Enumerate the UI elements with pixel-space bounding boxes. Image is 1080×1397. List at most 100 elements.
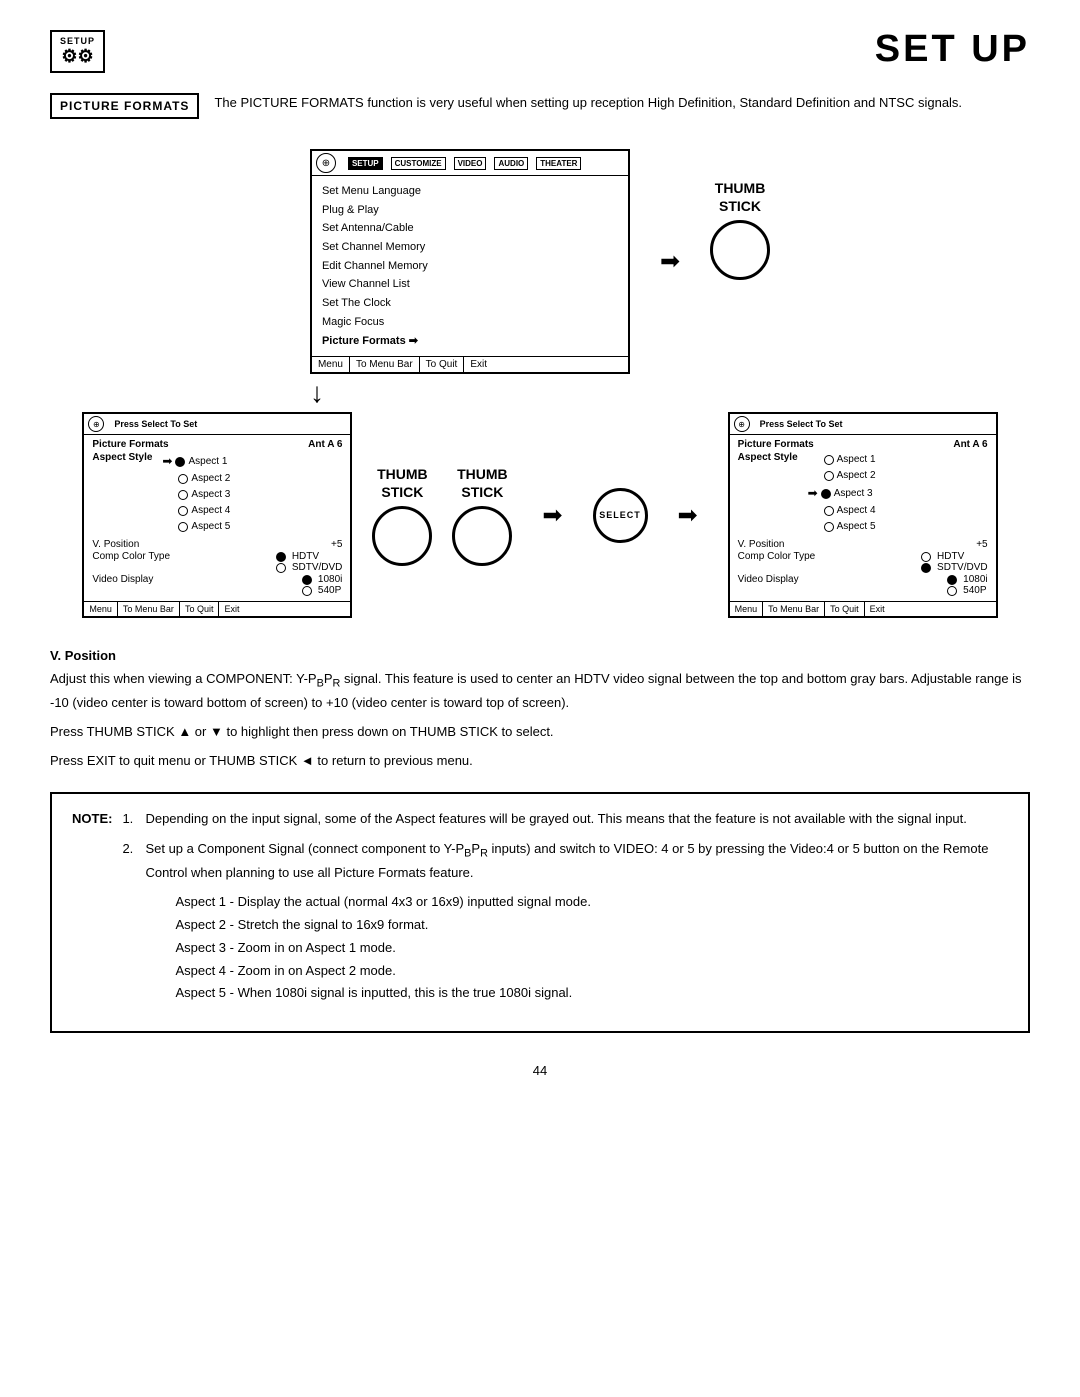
r-radio-aspect5 xyxy=(824,522,834,532)
menu-item-magic: Magic Focus xyxy=(322,313,618,332)
bottom-left-header-label: Press Select To Set xyxy=(114,419,197,429)
radio-aspect1-filled xyxy=(175,457,185,467)
r-vpos-value: +5 xyxy=(976,539,987,550)
aspect-row-1: ➡ Aspect 1 xyxy=(162,452,230,471)
br-menu: Menu xyxy=(730,602,764,616)
radio-aspect5-empty xyxy=(178,522,188,532)
sub-r: R xyxy=(333,678,341,690)
note-content-1: 1. Depending on the input signal, some o… xyxy=(122,809,1008,1006)
note-label: NOTE: xyxy=(72,809,112,830)
v-position-text: Adjust this when viewing a COMPONENT: Y-… xyxy=(50,669,1030,714)
note-box: NOTE: 1. Depending on the input signal, … xyxy=(50,792,1030,1033)
note-aspect-list: Aspect 1 - Display the actual (normal 4x… xyxy=(175,892,1008,1004)
aspect-row-3: Aspect 3 xyxy=(162,487,230,503)
v-position-title: V. Position xyxy=(50,648,1030,663)
arrow-to-thumbstick: ➡ xyxy=(660,247,680,276)
v-position-section: V. Position Adjust this when viewing a C… xyxy=(50,648,1030,771)
arrow-to-right-menu: ➡ xyxy=(678,501,698,530)
bottom-left-bottombar: Menu To Menu Bar To Quit Exit xyxy=(84,601,350,616)
r-comp-values: HDTV SDTV/DVD xyxy=(921,551,987,573)
comp-values: HDTV SDTV/DVD xyxy=(276,551,342,573)
aspect-row-5: Aspect 5 xyxy=(162,519,230,535)
thumbstick-top: THUMBSTICK xyxy=(710,179,770,280)
diagram-area: ⊕ SETUP CUSTOMIZE VIDEO AUDIO THEATER Se… xyxy=(50,149,1030,618)
r-aspect-row-4: Aspect 4 xyxy=(808,503,876,519)
note-aspect-5: Aspect 5 - When 1080i signal is inputted… xyxy=(175,983,1008,1004)
bottom-left-title-row: Picture Formats Ant A 6 xyxy=(92,439,342,450)
note-aspect-4: Aspect 4 - Zoom in on Aspect 2 mode. xyxy=(175,961,1008,982)
bottom-left-pf-label: Picture Formats xyxy=(92,439,168,450)
bottom-diagram: ⊕ Press Select To Set Picture Formats An… xyxy=(50,412,1030,618)
v-position-instruction1: Press THUMB STICK ▲ or ▼ to highlight th… xyxy=(50,722,1030,743)
note-aspect-1: Aspect 1 - Display the actual (normal 4x… xyxy=(175,892,1008,913)
aspect-row-2: Aspect 2 xyxy=(162,471,230,487)
thumbstick-top-circle xyxy=(710,220,770,280)
r-1080i-label: 1080i xyxy=(963,574,987,585)
sdtv-radio-empty xyxy=(276,563,286,573)
bottom-right-extras: V. Position +5 Comp Color Type HDTV SDTV… xyxy=(738,539,988,596)
setup-icon-gears: ⚙⚙ xyxy=(61,46,93,67)
bottom-left-topbar: ⊕ Press Select To Set xyxy=(84,414,350,435)
bottom-left-icon: ⊕ xyxy=(88,416,104,432)
down-arrow-container: ↓ xyxy=(50,379,1030,407)
radio-aspect3-empty xyxy=(178,490,188,500)
setup-icon-box: SETUP ⚙⚙ xyxy=(50,30,105,73)
bottom-right-ant: Ant A 6 xyxy=(953,439,987,450)
bottom-right-aspect-label: Aspect Style xyxy=(738,452,798,463)
tab-customize[interactable]: CUSTOMIZE xyxy=(391,157,446,170)
aspect4-label: Aspect 4 xyxy=(191,503,230,519)
aspect2-label: Aspect 2 xyxy=(191,471,230,487)
note-text-2: Set up a Component Signal (connect compo… xyxy=(145,839,1008,1006)
top-menu-box: ⊕ SETUP CUSTOMIZE VIDEO AUDIO THEATER Se… xyxy=(310,149,630,374)
r-comp-row: Comp Color Type HDTV SDTV/DVD xyxy=(738,551,988,573)
video-values: 1080i 540P xyxy=(302,574,342,596)
r-video-values: 1080i 540P xyxy=(947,574,987,596)
tab-video[interactable]: VIDEO xyxy=(454,157,487,170)
menu-item-view-channel: View Channel List xyxy=(322,275,618,294)
note-num-1: 1. xyxy=(122,809,137,830)
sub-r2: R xyxy=(480,848,488,860)
select-circle: SELECT xyxy=(593,488,648,543)
hdtv-label: HDTV xyxy=(292,551,319,562)
r-sdtv-radio-filled xyxy=(921,563,931,573)
bottom-left-content: Picture Formats Ant A 6 Aspect Style ➡ A… xyxy=(84,435,350,601)
tab-theater[interactable]: THEATER xyxy=(536,157,581,170)
thumbstick-bottom-left: THUMBSTICK xyxy=(372,465,432,566)
bottom-left-extras: V. Position +5 Comp Color Type HDTV SDTV… xyxy=(92,539,342,596)
1080-radio-filled xyxy=(302,575,312,585)
bottom-right-menu: ⊕ Press Select To Set Picture Formats An… xyxy=(728,412,998,618)
bl-to-menu-bar: To Menu Bar xyxy=(118,602,180,616)
menu-item-clock: Set The Clock xyxy=(322,294,618,313)
r-aspect-row-2: Aspect 2 xyxy=(808,468,876,484)
sub-b: B xyxy=(317,678,324,690)
down-arrow: ↓ xyxy=(310,379,324,407)
sdtv-label: SDTV/DVD xyxy=(292,562,343,573)
tab-audio[interactable]: AUDIO xyxy=(494,157,528,170)
page-number: 44 xyxy=(50,1063,1030,1078)
comp-row: Comp Color Type HDTV SDTV/DVD xyxy=(92,551,342,573)
thumbstick-bl-label: THUMBSTICK xyxy=(377,465,428,501)
page-header: SETUP ⚙⚙ SET UP xyxy=(50,30,1030,73)
1080i-label: 1080i xyxy=(318,574,342,585)
picture-formats-section: PICTURE FORMATS The PICTURE FORMATS func… xyxy=(50,93,1030,119)
note-aspect-2: Aspect 2 - Stretch the signal to 16x9 fo… xyxy=(175,915,1008,936)
menu-item-plug: Plug & Play xyxy=(322,201,618,220)
br-to-menu-bar: To Menu Bar xyxy=(763,602,825,616)
bottom-left-aspect-label: Aspect Style xyxy=(92,452,152,463)
r-aspect-row-1: Aspect 1 xyxy=(808,452,876,468)
r-hdtv-label: HDTV xyxy=(937,551,964,562)
menu-icon: ⊕ xyxy=(316,153,336,173)
note-item-1: 1. Depending on the input signal, some o… xyxy=(122,809,1008,830)
menu-item-channel-mem: Set Channel Memory xyxy=(322,238,618,257)
r-radio-aspect2 xyxy=(824,471,834,481)
r-aspect4-label: Aspect 4 xyxy=(837,503,876,519)
br-to-quit: To Quit xyxy=(825,602,865,616)
select-label: SELECT xyxy=(599,510,641,520)
r-540p-label: 540P xyxy=(963,585,986,596)
tab-setup[interactable]: SETUP xyxy=(348,157,383,170)
thumbstick-top-label: THUMBSTICK xyxy=(715,179,766,215)
setup-icon-label: SETUP xyxy=(60,36,95,46)
hdtv-radio-filled xyxy=(276,552,286,562)
bl-exit: Exit xyxy=(219,602,244,616)
br-exit: Exit xyxy=(865,602,890,616)
